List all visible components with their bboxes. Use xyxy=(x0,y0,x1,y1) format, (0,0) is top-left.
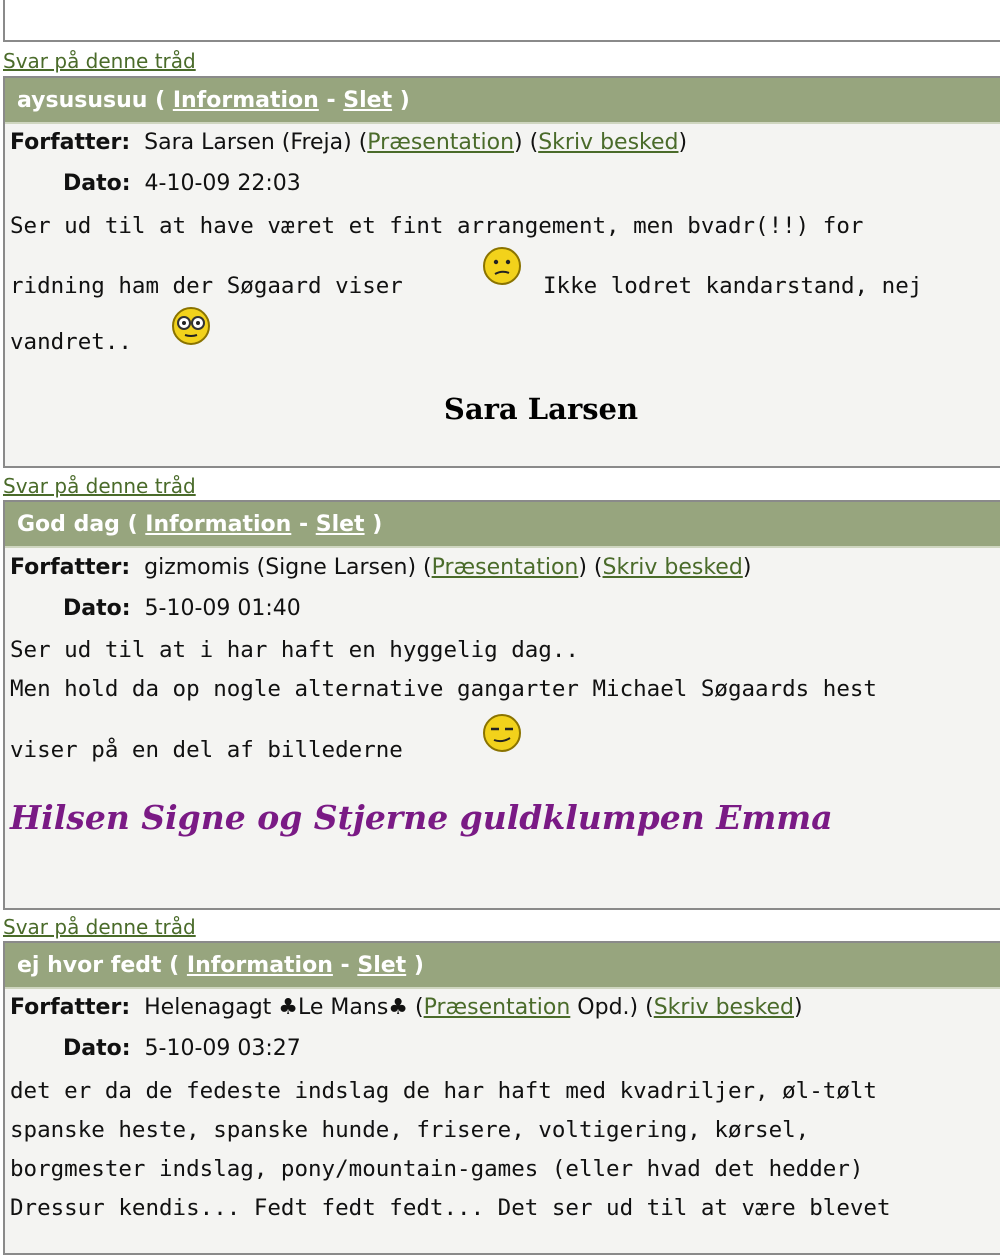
delete-link[interactable]: Slet xyxy=(343,88,392,113)
post: God dag ( Information - Slet ) Forfatter… xyxy=(3,500,1000,910)
previous-post-box xyxy=(3,0,1000,42)
body-line: Ser ud til at have været et fint arrange… xyxy=(10,213,864,239)
signature: Sara Larsen xyxy=(443,392,639,426)
smirk-face-icon xyxy=(483,714,521,752)
author-end: ) xyxy=(742,555,752,580)
body-line: ridning ham der Søgaard viser xyxy=(10,273,403,299)
author-row: Forfatter: Sara Larsen (Freja) (Præsenta… xyxy=(10,130,687,155)
date-row: Dato: 5-10-09 01:40 xyxy=(63,596,301,621)
presentation-link[interactable]: Præsentation xyxy=(367,130,514,155)
body-line: Ikke lodret kandarstand, nej xyxy=(543,273,923,299)
post-date: 5-10-09 01:40 xyxy=(144,596,301,621)
post: ej hvor fedt ( Information - Slet ) Forf… xyxy=(3,941,1000,1255)
author-sep: Opd.) ( xyxy=(570,995,654,1020)
body-line: Ser ud til at i har haft en hyggelig dag… xyxy=(10,637,579,663)
post-header: God dag ( Information - Slet ) xyxy=(5,502,1000,548)
glasses-face-icon xyxy=(172,307,210,345)
post-date: 4-10-09 22:03 xyxy=(144,171,301,196)
post-title: ej hvor fedt xyxy=(17,953,162,978)
confused-face-icon xyxy=(483,247,521,285)
reply-link[interactable]: Svar på denne tråd xyxy=(3,915,196,939)
post-header: ej hvor fedt ( Information - Slet ) xyxy=(5,943,1000,989)
author-label: Forfatter: xyxy=(10,995,131,1020)
date-label: Dato: xyxy=(63,171,131,196)
author-sep: ) ( xyxy=(514,130,539,155)
date-row: Dato: 5-10-09 03:27 xyxy=(63,1036,301,1061)
delete-link[interactable]: Slet xyxy=(357,953,406,978)
signature: Hilsen Signe og Stjerne guldklumpen Emma xyxy=(10,798,833,837)
reply-link[interactable]: Svar på denne tråd xyxy=(3,49,196,73)
delete-link[interactable]: Slet xyxy=(316,512,365,537)
author-label: Forfatter: xyxy=(10,130,131,155)
reply-link[interactable]: Svar på denne tråd xyxy=(3,474,196,498)
write-message-link[interactable]: Skriv besked xyxy=(654,995,794,1020)
post-date: 5-10-09 03:27 xyxy=(144,1036,301,1061)
information-link[interactable]: Information xyxy=(173,88,319,113)
post-header: aysususuu ( Information - Slet ) xyxy=(5,78,1000,124)
body-line: det er da de fedeste indslag de har haft… xyxy=(10,1078,877,1104)
body-line: spanske heste, spanske hunde, frisere, v… xyxy=(10,1117,810,1143)
body-line: vandret.. xyxy=(10,329,132,355)
information-link[interactable]: Information xyxy=(145,512,291,537)
author-row: Forfatter: Helenagagt ♣Le Mans♣ (Præsent… xyxy=(10,995,803,1020)
author-sep: ) ( xyxy=(578,555,603,580)
post-title: aysususuu xyxy=(17,88,148,113)
post-title: God dag xyxy=(17,512,120,537)
author-name: gizmomis (Signe Larsen) ( xyxy=(144,555,432,580)
body-line: borgmester indslag, pony/mountain-games … xyxy=(10,1156,864,1182)
write-message-link[interactable]: Skriv besked xyxy=(538,130,678,155)
body-line: viser på en del af billederne xyxy=(10,737,403,763)
body-line: Dressur kendis... Fedt fedt fedt... Det … xyxy=(10,1195,891,1221)
write-message-link[interactable]: Skriv besked xyxy=(603,555,743,580)
date-label: Dato: xyxy=(63,1036,131,1061)
presentation-link[interactable]: Præsentation xyxy=(432,555,579,580)
presentation-link[interactable]: Præsentation xyxy=(424,995,571,1020)
post: aysususuu ( Information - Slet ) Forfatt… xyxy=(3,76,1000,468)
date-label: Dato: xyxy=(63,596,131,621)
date-row: Dato: 4-10-09 22:03 xyxy=(63,171,301,196)
information-link[interactable]: Information xyxy=(187,953,333,978)
author-name: Helenagagt ♣Le Mans♣ ( xyxy=(144,995,424,1020)
author-name: Sara Larsen (Freja) ( xyxy=(144,130,368,155)
body-line: Men hold da op nogle alternative gangart… xyxy=(10,676,877,702)
author-end: ) xyxy=(794,995,803,1020)
author-row: Forfatter: gizmomis (Signe Larsen) (Præs… xyxy=(10,555,751,580)
author-end: ) xyxy=(678,130,688,155)
author-label: Forfatter: xyxy=(10,555,131,580)
